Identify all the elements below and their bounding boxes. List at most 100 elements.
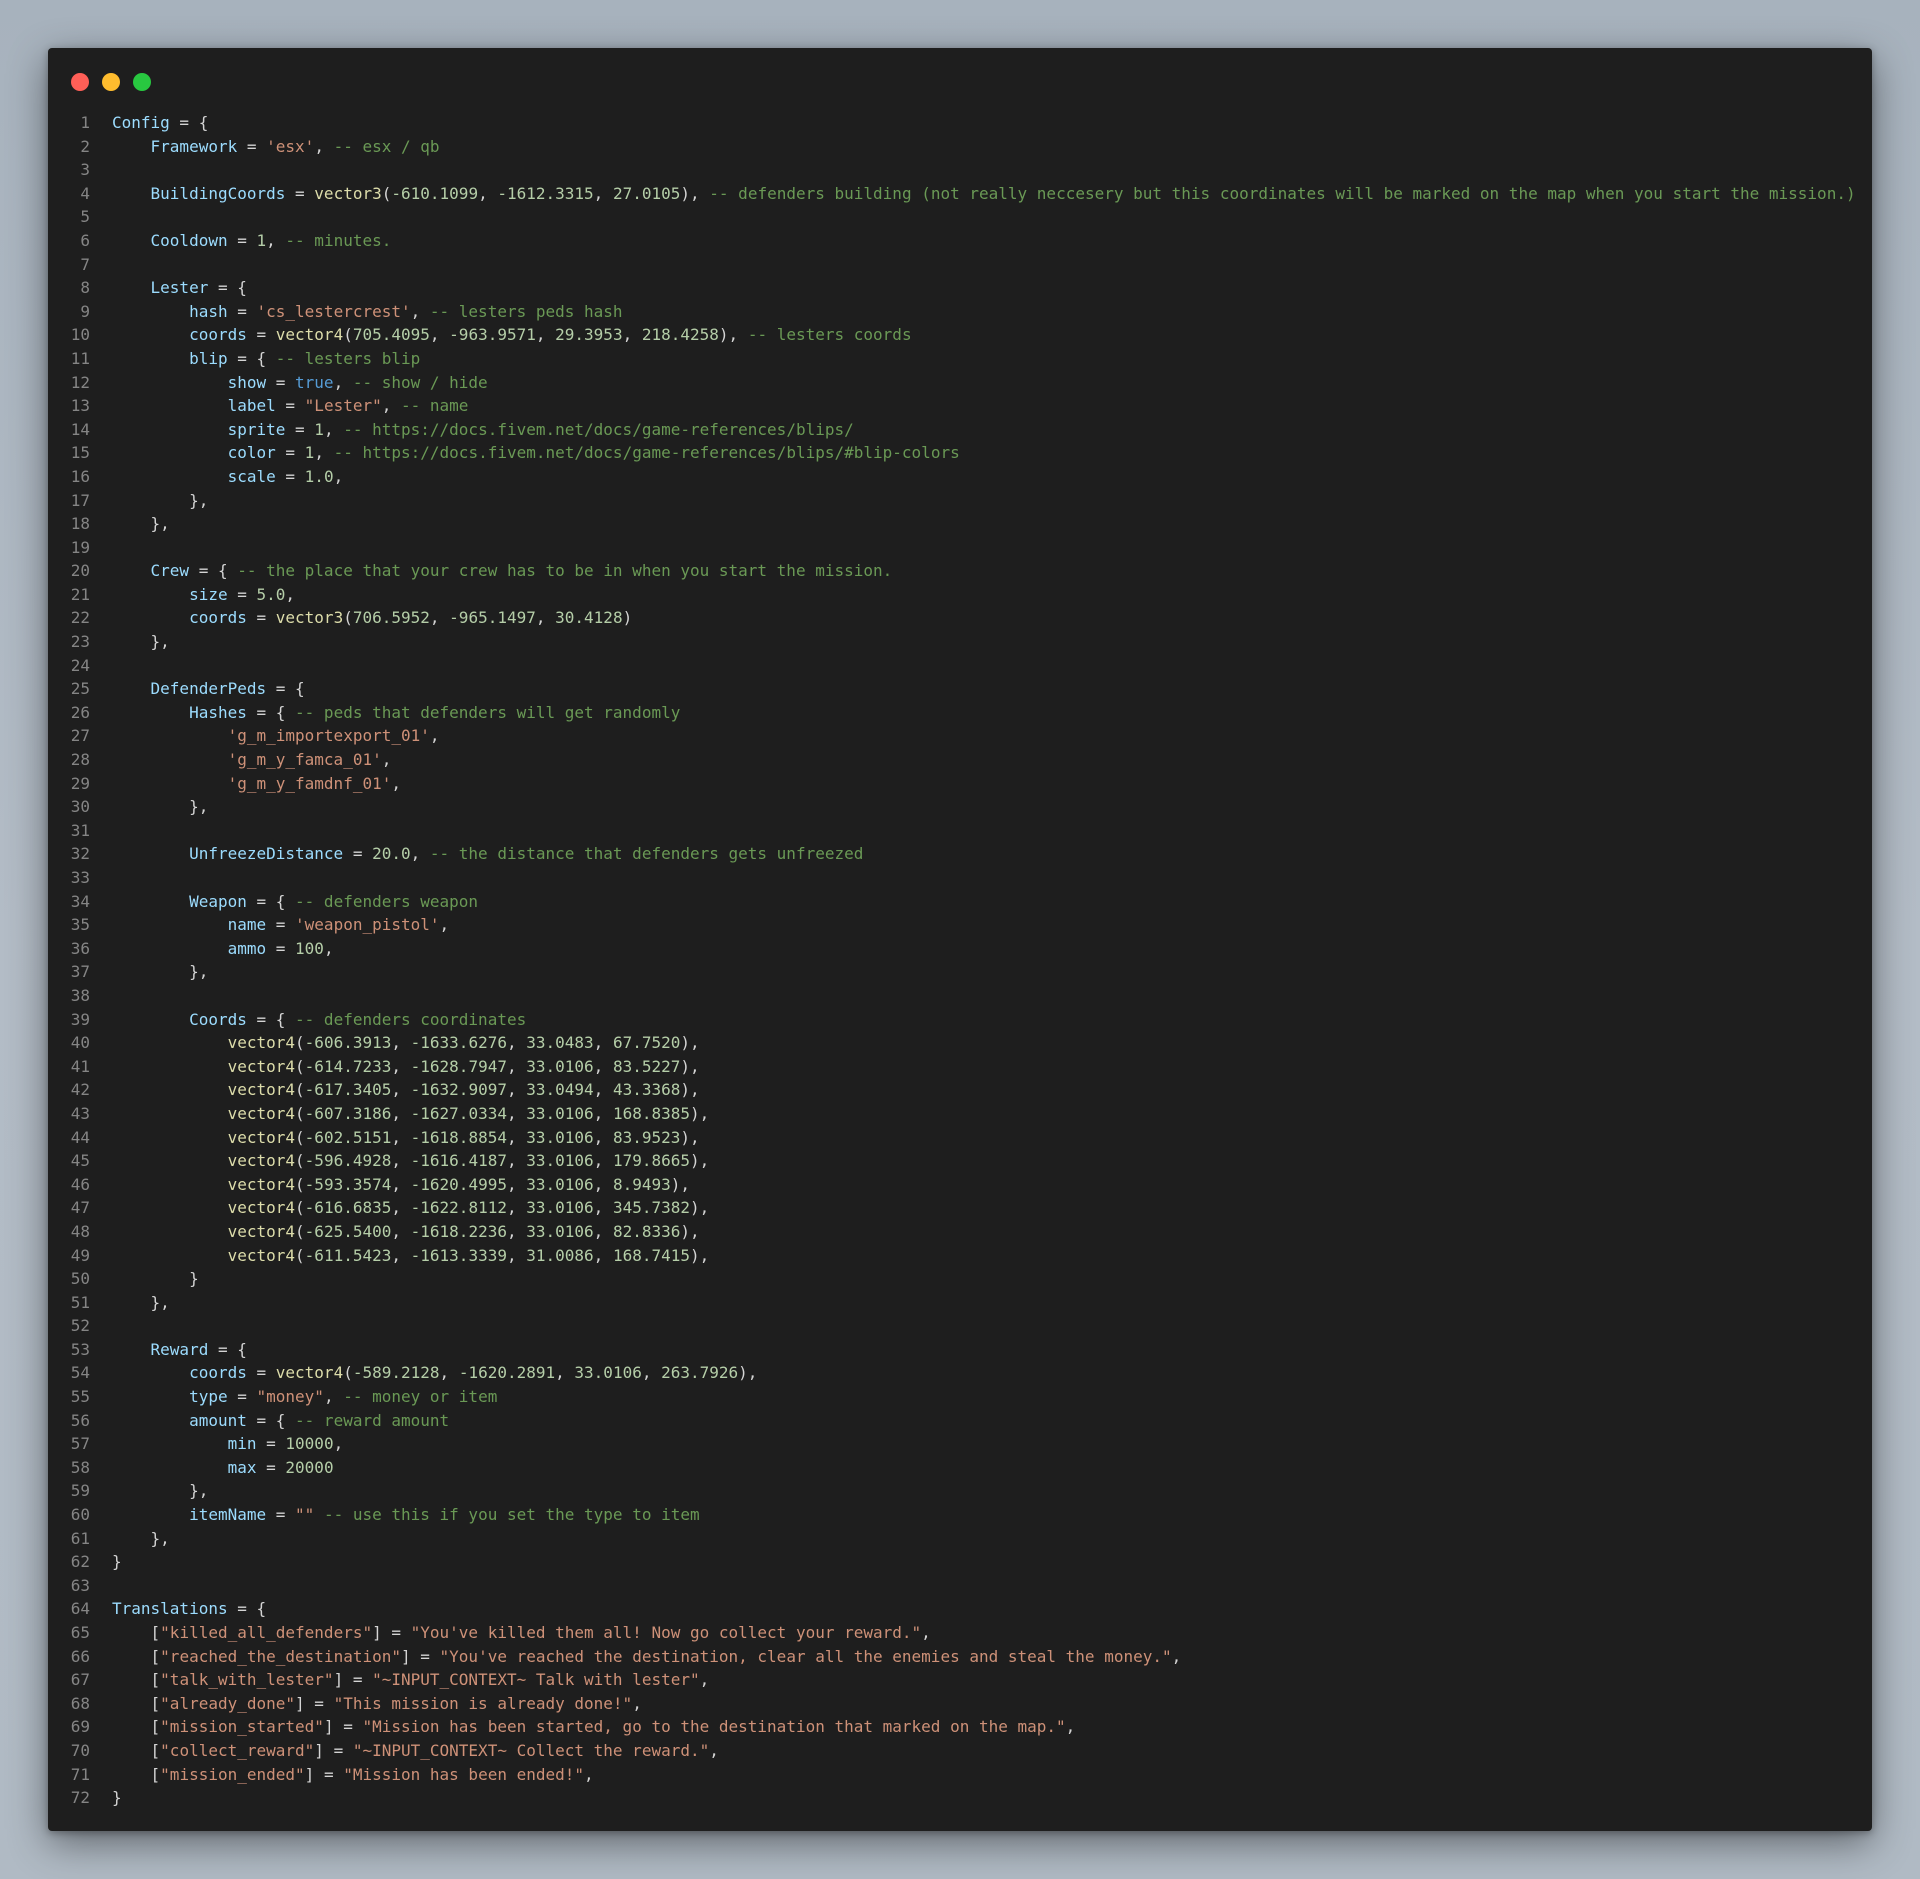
code-token: } [112, 1788, 122, 1808]
code-token: = { [227, 348, 276, 368]
code-line: 1 Config = { [48, 111, 1872, 135]
code-line: 19 [48, 536, 1872, 560]
line-source: sprite = 1, -- https://docs.fivem.net/do… [112, 418, 854, 442]
code-token: ), [680, 1221, 700, 1241]
code-token: }, [112, 962, 209, 982]
code-token: , [593, 1033, 613, 1053]
code-line: 11 blip = { -- lesters blip [48, 347, 1872, 371]
line-number: 22 [70, 608, 90, 628]
code-token: Lester [150, 278, 209, 298]
code-line: 70 ["collect_reward"] = "~INPUT_CONTEXT~… [48, 1739, 1872, 1763]
code-token: = { [227, 1599, 267, 1619]
code-token: 31.0086 [526, 1245, 594, 1265]
code-token: -- reward amount [295, 1410, 450, 1430]
code-token: 345.7382 [612, 1198, 690, 1218]
code-line: 53 Reward = { [48, 1338, 1872, 1362]
code-token: , [632, 1693, 642, 1713]
line-number: 8 [80, 278, 90, 298]
code-line: 34 Weapon = { -- defenders weapon [48, 890, 1872, 914]
line-number: 72 [70, 1788, 90, 1808]
code-editor[interactable]: 1 Config = {2 Framework = 'esx', -- esx /… [48, 111, 1872, 1810]
line-number: 20 [70, 561, 90, 581]
maximize-button-icon[interactable] [133, 73, 151, 91]
code-token: "This mission is already done!" [333, 1693, 633, 1713]
code-token: 33.0106 [526, 1056, 594, 1076]
code-token: -- the place that your crew has to be in… [237, 561, 893, 581]
code-token: , [555, 1363, 575, 1383]
code-token: ), [690, 1198, 710, 1218]
code-token: vector4 [275, 1363, 344, 1383]
line-number: 49 [70, 1245, 90, 1265]
code-token: , [506, 1056, 527, 1076]
line-number: 64 [70, 1599, 90, 1619]
line-source: } [112, 1267, 199, 1291]
code-line: 37 }, [48, 960, 1872, 984]
code-token: -- defenders building (not really necces… [709, 183, 1856, 203]
line-number: 71 [70, 1764, 90, 1784]
code-token: Reward [150, 1339, 209, 1359]
code-token: ( [343, 608, 353, 628]
code-token: , [381, 750, 392, 770]
code-token: , [641, 1363, 662, 1383]
line-source: min = 10000, [112, 1432, 344, 1456]
code-token: , [699, 1670, 710, 1690]
line-number: 32 [70, 844, 90, 864]
line-source: vector4(-616.6835, -1622.8112, 33.0106, … [112, 1196, 710, 1220]
code-line: 45 vector4(-596.4928, -1616.4187, 33.010… [48, 1149, 1872, 1173]
line-source: }, [112, 1527, 170, 1551]
code-token: 43.3368 [612, 1080, 681, 1100]
code-token: "already_done" [160, 1693, 296, 1713]
line-number: 57 [70, 1434, 90, 1454]
code-token: ] = [314, 1740, 353, 1760]
line-source: }, [112, 630, 170, 654]
minimize-button-icon[interactable] [102, 73, 120, 91]
code-token: -- minutes. [285, 230, 392, 250]
code-token: ), [680, 1080, 700, 1100]
code-token: , [391, 1151, 411, 1171]
code-token: 33.0106 [526, 1221, 594, 1241]
line-number: 48 [70, 1221, 90, 1241]
code-line: 24 [48, 654, 1872, 678]
code-token: [ [112, 1764, 161, 1784]
code-token: , [593, 1221, 613, 1241]
code-line: 25 DefenderPeds = { [48, 677, 1872, 701]
code-line: 14 sprite = 1, -- https://docs.fivem.net… [48, 418, 1872, 442]
code-token: amount [189, 1410, 247, 1430]
code-line: 32 UnfreezeDistance = 20.0, -- the dista… [48, 842, 1872, 866]
line-number: 5 [80, 207, 90, 227]
code-token: 1.0 [304, 466, 334, 486]
code-token: Weapon [189, 891, 247, 911]
code-token: coords [189, 1363, 247, 1383]
line-source: name = 'weapon_pistol', [112, 913, 450, 937]
code-token: -602.5151 [304, 1127, 392, 1147]
code-token: , [285, 584, 296, 604]
code-line: 17 }, [48, 489, 1872, 513]
close-button-icon[interactable] [71, 73, 89, 91]
code-token: ( [343, 325, 353, 345]
code-token: , [921, 1623, 931, 1642]
line-number: 28 [70, 750, 90, 770]
code-token: 8.9493 [612, 1174, 671, 1194]
code-token: , [593, 1080, 613, 1100]
code-token: , [593, 1174, 613, 1194]
code-token: ( [343, 1363, 353, 1383]
code-token: , [593, 1245, 613, 1265]
code-token: , [381, 396, 401, 416]
code-token: "Mission has been ended!" [343, 1764, 585, 1784]
line-source: ["mission_ended"] = "Mission has been en… [112, 1763, 594, 1787]
line-source: Crew = { -- the place that your crew has… [112, 559, 893, 583]
code-token: "killed_all_defenders" [160, 1623, 373, 1642]
code-token: -- show / hide [352, 372, 488, 392]
code-token: -1633.6276 [410, 1033, 507, 1053]
code-token: = { [246, 1009, 296, 1029]
code-token: Cooldown [150, 230, 228, 250]
code-line: 39 Coords = { -- defenders coordinates [48, 1008, 1872, 1032]
code-token: = [275, 443, 305, 463]
